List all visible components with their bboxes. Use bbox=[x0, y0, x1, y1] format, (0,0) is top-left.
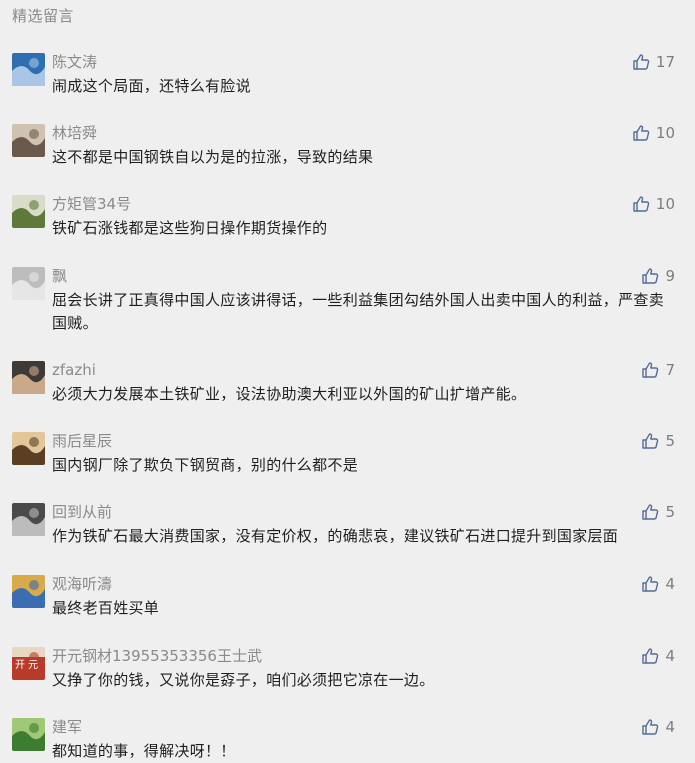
like-count: 7 bbox=[665, 361, 675, 379]
comment-text: 国内钢厂除了欺负下钢贸商，别的什么都不是 bbox=[52, 456, 359, 474]
comment-item: 林培舜这不都是中国钢铁自以为是的拉涨，导致的结果 10 bbox=[0, 124, 695, 194]
comment-item: 雨后星辰国内钢厂除了欺负下钢贸商，别的什么都不是 5 bbox=[0, 432, 695, 502]
like-button[interactable]: 10 bbox=[632, 122, 675, 144]
comments-page: 精选留言 陈文涛闹成这个局面，还特么有脸说 17 林培舜这不都是中国钢铁自以为是的拉… bbox=[0, 0, 695, 763]
like-button[interactable]: 4 bbox=[641, 573, 675, 595]
thumbs-up-icon bbox=[632, 53, 650, 71]
section-title: 精选留言 bbox=[12, 7, 75, 25]
comment-text: 必须大力发展本土铁矿业，设法协助澳大利亚以外国的矿山扩增产能。 bbox=[52, 385, 527, 403]
comment-item: 方矩管34号铁矿石涨钱都是这些狗日操作期货操作的 10 bbox=[0, 195, 695, 265]
comment-item: 陈文涛闹成这个局面，还特么有脸说 17 bbox=[0, 53, 695, 123]
comment-item: zfazhi 必须大力发展本土铁矿业，设法协助澳大利亚以外国的矿山扩增产能。 7 bbox=[0, 361, 695, 431]
comment-text: 闹成这个局面，还特么有脸说 bbox=[52, 77, 251, 95]
avatar[interactable] bbox=[12, 575, 45, 608]
commenter-name[interactable]: 陈文涛 bbox=[52, 53, 97, 71]
comment-item: 飘屈会长讲了正真得中国人应该讲得话，一些利益集团勾结外国人出卖中国人的利益，严查… bbox=[0, 267, 695, 337]
like-button[interactable]: 5 bbox=[641, 501, 675, 523]
like-button[interactable]: 7 bbox=[641, 359, 675, 381]
like-count: 4 bbox=[665, 718, 675, 736]
commenter-name[interactable]: 开元钢材13955353356王士武 bbox=[52, 647, 262, 665]
comment-item: 回到从前作为铁矿石最大消费国家，没有定价权，的确悲哀，建议铁矿石进口提升到国家层… bbox=[0, 503, 695, 573]
like-button[interactable]: 4 bbox=[641, 716, 675, 738]
comment-item: 开 元 开元钢材13955353356王士武又挣了你的钱，又说你是孬子，咱们必须把… bbox=[0, 647, 695, 717]
like-count: 4 bbox=[665, 575, 675, 593]
thumbs-up-icon bbox=[632, 195, 650, 213]
commenter-name[interactable]: 雨后星辰 bbox=[52, 432, 112, 450]
avatar[interactable] bbox=[12, 432, 45, 465]
like-button[interactable]: 10 bbox=[632, 193, 675, 215]
commenter-name[interactable]: 林培舜 bbox=[52, 124, 97, 142]
avatar[interactable] bbox=[12, 718, 45, 751]
avatar[interactable] bbox=[12, 361, 45, 394]
commenter-name[interactable]: 回到从前 bbox=[52, 503, 112, 521]
like-count: 17 bbox=[655, 53, 675, 71]
like-count: 5 bbox=[665, 432, 675, 450]
svg-text:开 元: 开 元 bbox=[15, 660, 38, 671]
thumbs-up-icon bbox=[641, 503, 659, 521]
like-count: 10 bbox=[655, 124, 675, 142]
like-button[interactable]: 17 bbox=[632, 51, 675, 73]
comment-text: 都知道的事，得解决呀！！ bbox=[52, 742, 236, 760]
commenter-name[interactable]: 方矩管34号 bbox=[52, 195, 131, 213]
commenter-name[interactable]: 飘 bbox=[52, 267, 67, 285]
comment-item: 建军都知道的事，得解决呀！！ 4 bbox=[0, 718, 695, 763]
comment-text: 屈会长讲了正真得中国人应该讲得话，一些利益集团勾结外国人出卖中国人的利益，严查卖… bbox=[52, 291, 665, 332]
like-count: 5 bbox=[665, 503, 675, 521]
thumbs-up-icon bbox=[641, 432, 659, 450]
comment-text: 又挣了你的钱，又说你是孬子，咱们必须把它凉在一边。 bbox=[52, 671, 435, 689]
commenter-name[interactable]: zfazhi bbox=[52, 361, 96, 379]
commenter-name[interactable]: 建军 bbox=[52, 718, 82, 736]
thumbs-up-icon bbox=[641, 361, 659, 379]
like-button[interactable]: 4 bbox=[641, 645, 675, 667]
like-count: 10 bbox=[655, 195, 675, 213]
avatar[interactable] bbox=[12, 53, 45, 86]
like-count: 9 bbox=[665, 267, 675, 285]
avatar[interactable] bbox=[12, 195, 45, 228]
like-count: 4 bbox=[665, 647, 675, 665]
thumbs-up-icon bbox=[641, 718, 659, 736]
thumbs-up-icon bbox=[641, 647, 659, 665]
comment-text: 作为铁矿石最大消费国家，没有定价权，的确悲哀，建议铁矿石进口提升到国家层面 bbox=[52, 527, 619, 545]
avatar[interactable] bbox=[12, 267, 45, 300]
thumbs-up-icon bbox=[632, 124, 650, 142]
comment-item: 观海听濤最终老百姓买单 4 bbox=[0, 575, 695, 645]
thumbs-up-icon bbox=[641, 575, 659, 593]
commenter-name[interactable]: 观海听濤 bbox=[52, 575, 112, 593]
avatar[interactable] bbox=[12, 124, 45, 157]
avatar[interactable] bbox=[12, 503, 45, 536]
avatar[interactable]: 开 元 bbox=[12, 647, 45, 680]
comment-text: 这不都是中国钢铁自以为是的拉涨，导致的结果 bbox=[52, 148, 374, 166]
comment-text: 铁矿石涨钱都是这些狗日操作期货操作的 bbox=[52, 219, 328, 237]
comment-text: 最终老百姓买单 bbox=[52, 599, 160, 617]
like-button[interactable]: 9 bbox=[641, 265, 675, 287]
like-button[interactable]: 5 bbox=[641, 430, 675, 452]
thumbs-up-icon bbox=[641, 267, 659, 285]
